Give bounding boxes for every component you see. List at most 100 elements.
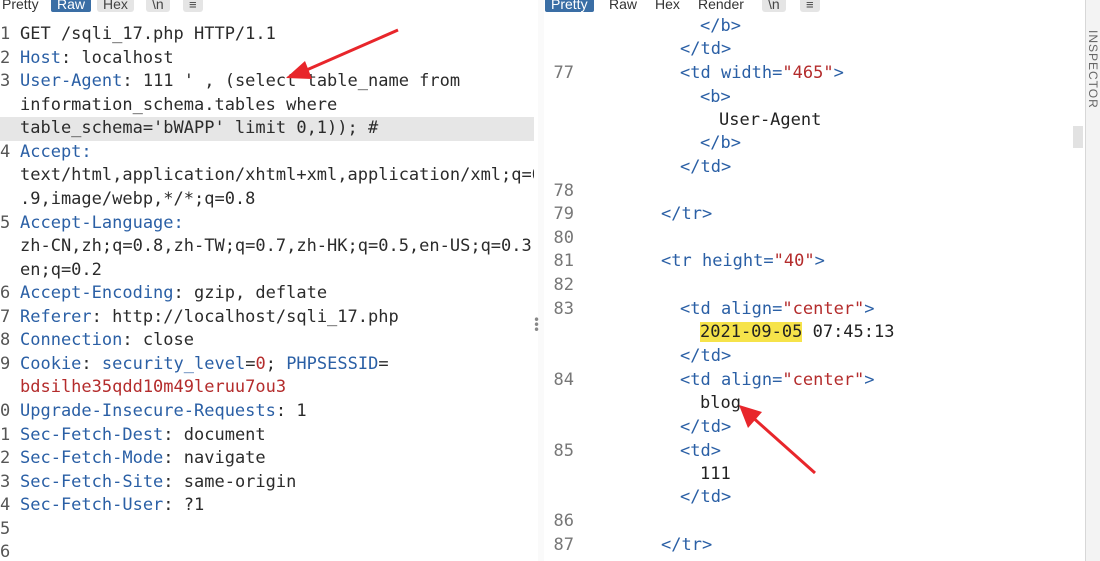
html-tag: </b> bbox=[700, 16, 741, 36]
line-number: 8 bbox=[0, 330, 11, 350]
header-accept-encoding[interactable]: 6 Accept-Encoding: gzip, deflate bbox=[0, 282, 534, 306]
pane-splitter[interactable] bbox=[538, 0, 544, 561]
scrollbar-thumb[interactable] bbox=[1073, 126, 1083, 148]
line-number: 79 bbox=[553, 204, 574, 224]
html-tag: <td bbox=[680, 63, 721, 83]
tab-hex[interactable]: Hex bbox=[97, 0, 134, 12]
header-value: : navigate bbox=[163, 448, 266, 468]
cookie-name: PHPSESSID bbox=[286, 354, 379, 374]
header-key: Sec-Fetch-User bbox=[20, 495, 164, 515]
code-line[interactable]: 81 <tr height="40"> bbox=[545, 250, 1085, 274]
empty-line[interactable]: 5 bbox=[0, 518, 534, 542]
header-accept-wrap[interactable]: .9,image/webp,*/*;q=0.8 bbox=[0, 188, 534, 212]
code-line[interactable]: 111 bbox=[545, 463, 1085, 487]
html-gt: > bbox=[833, 63, 844, 83]
header-sec-fetch-mode[interactable]: 2 Sec-Fetch-Mode: navigate bbox=[0, 447, 534, 471]
code-line[interactable]: 77 <td width="465"> bbox=[545, 62, 1085, 86]
code-line[interactable]: </td> bbox=[545, 38, 1085, 62]
header-accept-wrap[interactable]: text/html,application/xhtml+xml,applicat… bbox=[0, 164, 534, 188]
header-user-agent-wrap[interactable]: information_schema.tables where bbox=[0, 94, 534, 118]
header-sec-fetch-dest[interactable]: 1 Sec-Fetch-Dest: document bbox=[0, 424, 534, 448]
header-user-agent-wrap-highlighted[interactable]: table_schema='bWAPP' limit 0,1)); # bbox=[0, 117, 534, 141]
html-tag: </td> bbox=[680, 487, 732, 507]
code-line[interactable]: 86 bbox=[545, 510, 1085, 534]
line-number: 1 bbox=[0, 24, 11, 44]
newline-toggle-button[interactable]: \n bbox=[762, 0, 786, 12]
line-number: 6 bbox=[0, 283, 11, 303]
header-accept-language-wrap[interactable]: zh-CN,zh;q=0.8,zh-TW;q=0.7,zh-HK;q=0.5,e… bbox=[0, 235, 534, 259]
header-user-agent[interactable]: 3 User-Agent: 111 ' , (select table_name … bbox=[0, 70, 534, 94]
line-number: 77 bbox=[553, 63, 574, 83]
cookie-eq: = bbox=[245, 354, 256, 374]
html-gt: > bbox=[864, 370, 875, 390]
header-accept-language-wrap[interactable]: en;q=0.2 bbox=[0, 259, 534, 283]
tab-pretty[interactable]: Pretty bbox=[545, 0, 594, 12]
header-key: Accept-Language: bbox=[20, 213, 184, 233]
code-line[interactable]: 82 bbox=[545, 274, 1085, 298]
code-line[interactable]: </td> bbox=[545, 156, 1085, 180]
response-scrollbar[interactable] bbox=[1073, 0, 1083, 561]
tab-hex[interactable]: Hex bbox=[649, 0, 686, 12]
html-text: 111 bbox=[700, 464, 731, 484]
line-number: 4 bbox=[0, 495, 11, 515]
header-cookie[interactable]: 9 Cookie: security_level=0; PHPSESSID= bbox=[0, 353, 534, 377]
header-value: : http://localhost/sqli_17.php bbox=[91, 307, 399, 327]
menu-icon[interactable]: ≡ bbox=[800, 0, 820, 12]
request-pane: Pretty Raw Hex \n ≡ 1 GET /sqli_17.php HT… bbox=[0, 0, 534, 561]
header-upgrade-insecure-requests[interactable]: 0 Upgrade-Insecure-Requests: 1 bbox=[0, 400, 534, 424]
code-line[interactable]: </b> bbox=[545, 15, 1085, 39]
header-value: : ?1 bbox=[163, 495, 205, 515]
html-tag: </tr> bbox=[661, 204, 713, 224]
line-number: 5 bbox=[0, 519, 11, 539]
header-key: User-Agent bbox=[20, 71, 123, 91]
code-line[interactable]: 80 bbox=[545, 227, 1085, 251]
empty-line[interactable]: 6 bbox=[0, 541, 534, 561]
tab-render[interactable]: Render bbox=[692, 0, 750, 12]
code-line[interactable]: 2021-09-05 07:45:13 bbox=[545, 321, 1085, 345]
header-connection[interactable]: 8 Connection: close bbox=[0, 329, 534, 353]
line-number: 2 bbox=[0, 48, 11, 68]
tab-raw[interactable]: Raw bbox=[51, 0, 92, 12]
code-line[interactable]: </td> bbox=[545, 486, 1085, 510]
header-key: Sec-Fetch-Dest bbox=[20, 425, 164, 445]
line-number: 3 bbox=[0, 472, 11, 492]
line-number: 0 bbox=[0, 401, 11, 421]
code-line[interactable]: </b> bbox=[545, 132, 1085, 156]
html-tag: </td> bbox=[680, 157, 732, 177]
tab-pretty[interactable]: Pretty bbox=[0, 0, 45, 12]
header-key: Accept-Encoding bbox=[20, 283, 174, 303]
response-toolbar: Pretty Raw Hex Render \n ≡ bbox=[545, 0, 1085, 14]
header-referer[interactable]: 7 Referer: http://localhost/sqli_17.php bbox=[0, 306, 534, 330]
code-line[interactable]: <b> bbox=[545, 86, 1085, 110]
header-cookie-wrap[interactable]: bdsilhe35qdd10m49leruu7ou3 bbox=[0, 376, 534, 400]
header-accept-language[interactable]: 5 Accept-Language: bbox=[0, 212, 534, 236]
code-line[interactable]: 84 <td align="center"> bbox=[545, 369, 1085, 393]
header-host[interactable]: 2 Host: localhost bbox=[0, 47, 534, 71]
code-line[interactable]: 83 <td align="center"> bbox=[545, 298, 1085, 322]
header-value: zh-CN,zh;q=0.8,zh-TW;q=0.7,zh-HK;q=0.5,e… bbox=[20, 236, 534, 256]
html-gt: > bbox=[814, 251, 825, 271]
request-line[interactable]: 1 GET /sqli_17.php HTTP/1.1 bbox=[0, 23, 534, 47]
header-value: : gzip, deflate bbox=[173, 283, 328, 303]
code-line[interactable]: User-Agent bbox=[545, 109, 1085, 133]
code-line[interactable]: </td> bbox=[545, 345, 1085, 369]
header-sec-fetch-site[interactable]: 3 Sec-Fetch-Site: same-origin bbox=[0, 471, 534, 495]
header-sec-fetch-user[interactable]: 4 Sec-Fetch-User: ?1 bbox=[0, 494, 534, 518]
drag-handle-icon[interactable]: • • • bbox=[533, 314, 540, 336]
line-number: 82 bbox=[553, 275, 574, 295]
code-line[interactable]: 87 </tr> bbox=[545, 534, 1085, 558]
tab-raw[interactable]: Raw bbox=[603, 0, 643, 12]
header-key: Sec-Fetch-Mode bbox=[20, 448, 164, 468]
menu-icon[interactable]: ≡ bbox=[183, 0, 203, 12]
header-value: information_schema.tables where bbox=[20, 95, 338, 115]
html-tag: <tr bbox=[661, 251, 702, 271]
code-line[interactable]: 85 <td> bbox=[545, 440, 1085, 464]
code-line[interactable]: </td> bbox=[545, 416, 1085, 440]
code-line[interactable]: 79 </tr> bbox=[545, 203, 1085, 227]
html-attr: align bbox=[720, 299, 773, 319]
header-accept[interactable]: 4 Accept: bbox=[0, 141, 534, 165]
newline-toggle-button[interactable]: \n bbox=[146, 0, 170, 12]
html-eq: = bbox=[772, 299, 783, 319]
code-line[interactable]: 78 bbox=[545, 180, 1085, 204]
code-line[interactable]: blog bbox=[545, 392, 1085, 416]
